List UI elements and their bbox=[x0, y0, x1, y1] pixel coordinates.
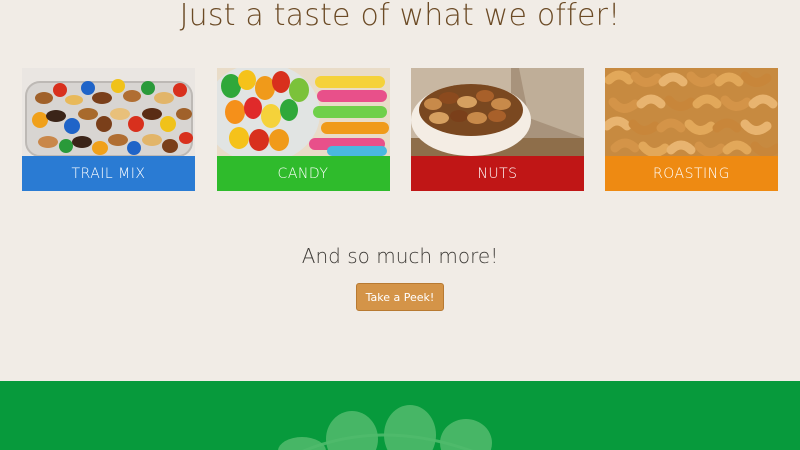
more-heading: And so much more! bbox=[301, 244, 499, 268]
peanut-logo bbox=[278, 405, 492, 450]
category-label-candy: CANDY bbox=[216, 156, 390, 191]
category-label-nuts: NUTS bbox=[411, 156, 584, 191]
category-card-nuts[interactable]: NUTS bbox=[411, 68, 584, 191]
cashews-photo bbox=[605, 68, 778, 156]
footer-band bbox=[0, 381, 800, 450]
category-cards: TRAIL MIX CANDY NUTS ROASTING bbox=[22, 68, 778, 191]
category-label-roasting: ROASTING bbox=[605, 156, 778, 191]
section-heading: Just a taste of what we offer! bbox=[179, 0, 621, 33]
trail-mix-photo bbox=[22, 68, 195, 156]
category-card-candy[interactable]: CANDY bbox=[216, 68, 390, 191]
gummy-candy-photo bbox=[216, 68, 390, 156]
category-card-trail-mix[interactable]: TRAIL MIX bbox=[22, 68, 195, 191]
category-card-roasting[interactable]: ROASTING bbox=[605, 68, 778, 191]
take-a-peek-button[interactable]: Take a Peek! bbox=[356, 283, 444, 311]
category-label-trail-mix: TRAIL MIX bbox=[22, 156, 195, 191]
mixed-nuts-photo bbox=[411, 68, 584, 156]
